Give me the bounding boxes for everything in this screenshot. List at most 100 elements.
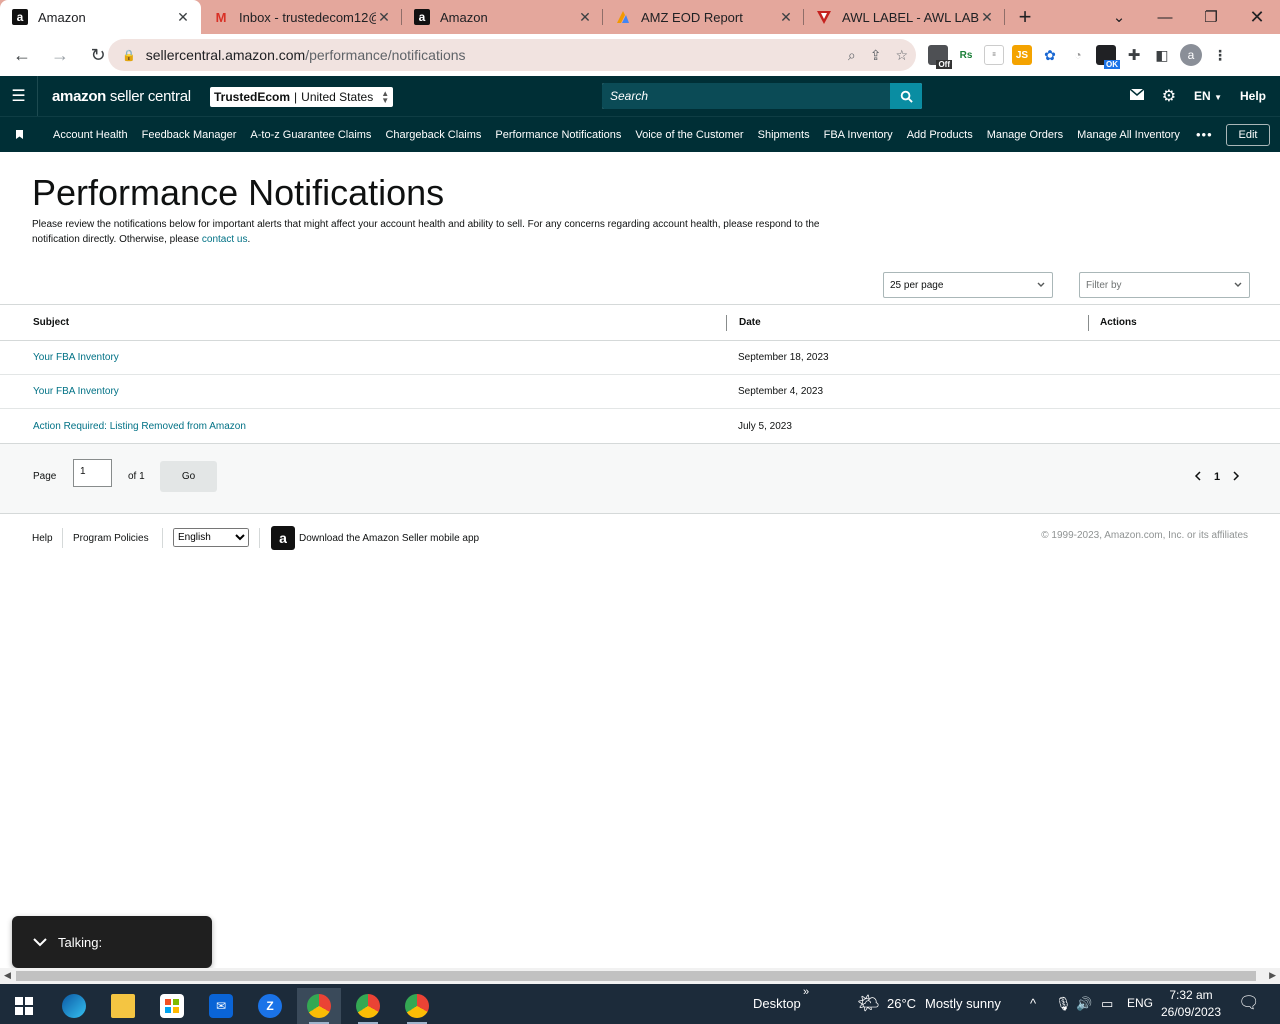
seller-central-logo[interactable]: amazon seller central bbox=[52, 88, 191, 105]
nav-account-health[interactable]: Account Health bbox=[53, 129, 128, 141]
edge-icon[interactable] bbox=[52, 988, 96, 1024]
footer-language-select[interactable]: English bbox=[173, 528, 249, 547]
nav-fba-inventory[interactable]: FBA Inventory bbox=[824, 129, 893, 141]
bookmark-star-icon[interactable]: ☆ bbox=[895, 47, 908, 64]
nav-edit-button[interactable]: Edit bbox=[1226, 124, 1270, 146]
share-icon[interactable]: ⇪ bbox=[870, 47, 882, 64]
new-tab-button[interactable]: + bbox=[1005, 0, 1045, 34]
window-close-icon[interactable]: ✕ bbox=[1234, 0, 1280, 34]
side-panel-icon[interactable]: ◧ bbox=[1152, 45, 1172, 65]
weather-temperature[interactable]: 26°C bbox=[887, 996, 916, 1011]
nav-feedback-manager[interactable]: Feedback Manager bbox=[142, 129, 237, 141]
close-icon[interactable]: ✕ bbox=[577, 9, 593, 26]
column-header-subject[interactable]: Subject bbox=[33, 317, 69, 328]
hamburger-menu-icon[interactable]: ☰ bbox=[0, 76, 38, 116]
extension-js-icon[interactable]: JS bbox=[1012, 45, 1032, 65]
talking-popup[interactable]: Talking: bbox=[12, 916, 212, 968]
back-icon[interactable]: ← bbox=[6, 39, 38, 71]
zoom-icon[interactable]: ⌕ bbox=[848, 47, 856, 64]
amazon-app-icon[interactable]: a bbox=[271, 526, 295, 550]
restore-icon[interactable]: ❐ bbox=[1188, 0, 1234, 34]
nav-more-button[interactable]: ••• bbox=[1196, 127, 1213, 142]
extension-icon[interactable]: ◔ bbox=[1068, 45, 1088, 65]
browser-tab[interactable]: M Inbox - trustedecom12@ ✕ bbox=[201, 0, 402, 34]
column-divider[interactable] bbox=[1088, 315, 1089, 331]
language-selector[interactable]: EN ▼ bbox=[1194, 89, 1222, 103]
extension-rs-icon[interactable]: Rs bbox=[956, 45, 976, 65]
nav-atoz-claims[interactable]: A-to-z Guarantee Claims bbox=[250, 129, 371, 141]
nav-manage-orders[interactable]: Manage Orders bbox=[987, 129, 1063, 141]
minimize-icon[interactable]: — bbox=[1142, 0, 1188, 34]
tray-chevron-up-icon[interactable]: ^ bbox=[1030, 996, 1036, 1011]
footer-policies-link[interactable]: Program Policies bbox=[73, 533, 149, 544]
notification-subject-link[interactable]: Action Required: Listing Removed from Am… bbox=[33, 421, 246, 432]
chevron-right-icon[interactable] bbox=[1232, 471, 1240, 484]
desktop-toolbar-label[interactable]: Desktop bbox=[753, 996, 801, 1011]
chrome-profile-m-icon[interactable] bbox=[395, 988, 439, 1024]
account-switcher[interactable]: TrustedEcom | United States ▲ ▼ bbox=[210, 87, 394, 107]
browser-tab[interactable]: a Amazon ✕ bbox=[0, 0, 201, 34]
close-icon[interactable]: ✕ bbox=[175, 9, 191, 26]
address-bar[interactable]: 🔒 sellercentral.amazon.com/performance/n… bbox=[108, 39, 916, 71]
chevrons-up-icon[interactable]: » bbox=[803, 986, 809, 998]
gear-icon[interactable]: ⚙ bbox=[1162, 86, 1176, 106]
zoho-icon[interactable]: Z bbox=[248, 988, 292, 1024]
profile-avatar[interactable]: a bbox=[1180, 44, 1202, 66]
footer-help-link[interactable]: Help bbox=[32, 533, 53, 544]
nav-performance-notifications[interactable]: Performance Notifications bbox=[495, 129, 621, 141]
help-link[interactable]: Help bbox=[1240, 89, 1266, 103]
lock-icon[interactable]: 🔒 bbox=[122, 49, 136, 62]
column-divider[interactable] bbox=[726, 315, 727, 331]
extension-off-icon[interactable]: Off bbox=[928, 45, 952, 69]
filter-select[interactable]: Filter by bbox=[1079, 272, 1250, 298]
scroll-left-icon[interactable]: ◀ bbox=[4, 970, 11, 981]
mail-icon[interactable] bbox=[1129, 88, 1145, 103]
contact-us-link[interactable]: contact us bbox=[202, 234, 248, 245]
bookmark-icon[interactable] bbox=[0, 130, 38, 139]
microphone-icon[interactable]: 🎙 bbox=[1055, 996, 1072, 1012]
nav-voice-of-customer[interactable]: Voice of the Customer bbox=[635, 129, 743, 141]
menu-kebab-icon[interactable]: ⋮ bbox=[1210, 45, 1230, 65]
go-button[interactable]: Go bbox=[160, 461, 217, 492]
browser-tab[interactable]: AMZ EOD Report ✕ bbox=[603, 0, 804, 34]
forward-icon[interactable]: → bbox=[44, 39, 76, 71]
weather-sun-icon[interactable]: 🌤 bbox=[857, 993, 880, 1014]
scroll-right-icon[interactable]: ▶ bbox=[1269, 970, 1276, 981]
mail-app-icon[interactable]: ✉ bbox=[199, 988, 243, 1024]
current-page[interactable]: 1 bbox=[1214, 471, 1220, 484]
per-page-select[interactable]: 25 per page bbox=[883, 272, 1053, 298]
network-icon[interactable]: ▭ bbox=[1101, 996, 1113, 1012]
horizontal-scrollbar[interactable]: ◀ ▶ bbox=[0, 968, 1280, 984]
windows-start-icon[interactable] bbox=[2, 988, 46, 1024]
volume-icon[interactable]: 🔊 bbox=[1076, 996, 1092, 1012]
download-app-link[interactable]: Download the Amazon Seller mobile app bbox=[299, 533, 479, 544]
nav-add-products[interactable]: Add Products bbox=[907, 129, 973, 141]
search-button[interactable] bbox=[890, 83, 922, 109]
scrollbar-thumb[interactable] bbox=[16, 971, 1256, 981]
weather-description[interactable]: Mostly sunny bbox=[925, 996, 1001, 1011]
notification-subject-link[interactable]: Your FBA Inventory bbox=[33, 386, 119, 397]
system-clock[interactable]: 7:32 am 26/09/2023 bbox=[1160, 987, 1222, 1021]
file-explorer-icon[interactable] bbox=[101, 988, 145, 1024]
search-input[interactable]: Search bbox=[602, 83, 890, 109]
tab-search-icon[interactable]: ⌄ bbox=[1096, 0, 1142, 34]
chevron-left-icon[interactable] bbox=[1194, 471, 1202, 484]
extension-icon[interactable]: ≡ bbox=[984, 45, 1004, 65]
column-header-date[interactable]: Date bbox=[739, 317, 761, 328]
store-icon[interactable] bbox=[150, 988, 194, 1024]
input-language-indicator[interactable]: ENG bbox=[1127, 996, 1153, 1010]
nav-shipments[interactable]: Shipments bbox=[758, 129, 810, 141]
close-icon[interactable]: ✕ bbox=[778, 9, 794, 26]
extension-ok-icon[interactable]: OK bbox=[1096, 45, 1120, 69]
page-number-input[interactable]: 1 bbox=[73, 459, 112, 487]
extension-gear-icon[interactable]: ✿ bbox=[1040, 45, 1060, 65]
nav-manage-all-inventory[interactable]: Manage All Inventory bbox=[1077, 129, 1180, 141]
browser-tab[interactable]: AWL LABEL - AWL LABEL ✕ bbox=[804, 0, 1005, 34]
notifications-icon[interactable]: 🗨 bbox=[1238, 993, 1260, 1013]
close-icon[interactable]: ✕ bbox=[376, 9, 392, 26]
chrome-profile-icon[interactable] bbox=[346, 988, 390, 1024]
browser-tab[interactable]: a Amazon ✕ bbox=[402, 0, 603, 34]
puzzle-icon[interactable]: ✚ bbox=[1124, 45, 1144, 65]
notification-subject-link[interactable]: Your FBA Inventory bbox=[33, 352, 119, 363]
close-icon[interactable]: ✕ bbox=[979, 9, 995, 26]
